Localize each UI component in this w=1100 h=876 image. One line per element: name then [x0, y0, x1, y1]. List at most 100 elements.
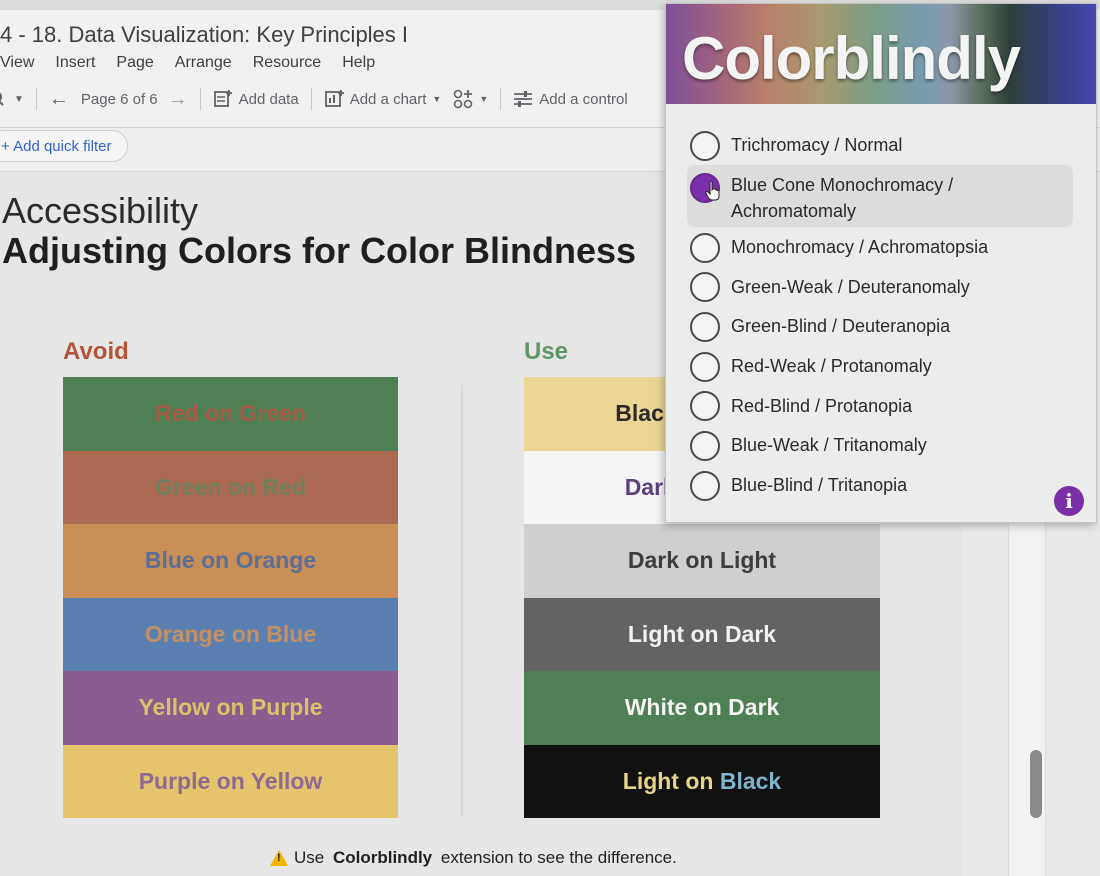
avoid-swatch: Red on Green: [63, 377, 398, 451]
option-protanomaly[interactable]: Red-Weak / Protanomaly: [690, 347, 1076, 387]
slide-title: Adjusting Colors for Color Blindness: [2, 230, 637, 271]
radio-button[interactable]: [690, 470, 720, 501]
use-swatch: White on Dark: [524, 671, 880, 745]
footnote-suffix: extension to see the difference.: [436, 848, 677, 867]
radio-button[interactable]: [690, 311, 720, 342]
menu-arrange[interactable]: Arrange: [175, 54, 232, 72]
toolbar-separator: [35, 88, 37, 110]
swatch-label: Light on Dark: [627, 620, 777, 647]
next-page-button[interactable]: →: [168, 88, 188, 111]
toolbar-separator: [500, 88, 502, 110]
slide-subtitle: Accessibility: [2, 190, 199, 231]
radio-button[interactable]: [690, 272, 720, 303]
radio-button[interactable]: [690, 351, 720, 382]
avoid-swatch: Orange on Blue: [63, 597, 398, 671]
community-viz-button[interactable]: ▼: [453, 89, 488, 109]
use-swatch: Dark on Light: [524, 524, 880, 598]
option-label: Green-Weak / Deuteranomaly: [731, 276, 970, 297]
menu-view[interactable]: View: [0, 54, 34, 72]
avoid-swatch: Yellow on Purple: [63, 671, 398, 745]
option-blue-cone-monochromacy[interactable]: Blue Cone Monochromacy / Achromatomaly: [687, 164, 1076, 228]
add-data-button[interactable]: Add data: [213, 89, 299, 109]
add-data-label: Add data: [238, 90, 299, 108]
use-heading: Use: [524, 338, 569, 365]
footnote-prefix: Use: [294, 848, 329, 867]
option-protanopia[interactable]: Red-Blind / Protanopia: [690, 386, 1076, 426]
footnote-brand: Colorblindly: [332, 848, 433, 867]
add-quick-filter-button[interactable]: + Add quick filter: [0, 130, 129, 162]
toolbar: ▼ ← Page 6 of 6 → Add data Add a chart ▼…: [0, 84, 700, 114]
menu-insert[interactable]: Insert: [55, 54, 95, 72]
add-control-button[interactable]: Add a control: [513, 90, 628, 108]
swatch-label: Purple on Yellow: [138, 767, 323, 794]
radio-button[interactable]: [690, 232, 720, 263]
page-indicator: Page 6 of 6: [80, 90, 158, 108]
document-title[interactable]: 4 - 18. Data Visualization: Key Principl…: [0, 22, 408, 48]
swatch-label: Red on Green: [155, 400, 306, 427]
swatch-label: Orange on Blue: [144, 620, 317, 647]
add-chart-label: Add a chart: [349, 90, 427, 108]
colorblindly-popup: Colorblindly Trichromacy / Normal Blue C…: [665, 3, 1097, 523]
popup-title: Colorblindly: [682, 25, 1021, 92]
column-divider: [461, 385, 463, 817]
radio-button[interactable]: [690, 130, 720, 161]
add-chart-icon: [324, 90, 344, 107]
option-label: Monochromacy / Achromatopsia: [731, 237, 989, 258]
popup-header: Colorblindly: [666, 4, 1096, 104]
option-deuteranomaly[interactable]: Green-Weak / Deuteranomaly: [690, 267, 1076, 307]
menu-resource[interactable]: Resource: [253, 54, 321, 72]
avoid-heading: Avoid: [63, 338, 129, 365]
chevron-down-icon: ▼: [432, 94, 442, 104]
zoom-dropdown[interactable]: ▼: [0, 91, 24, 107]
option-label: Blue-Blind / Tritanopia: [731, 475, 908, 496]
swatch-label-part: Black: [719, 767, 782, 794]
add-control-label: Add a control: [539, 90, 628, 108]
swatch-label: Blue on Orange: [144, 547, 317, 574]
footnote: Use Colorblindly extension to see the di…: [270, 848, 677, 868]
swatch-label: Green on Red: [155, 473, 306, 500]
chevron-down-icon: ▼: [479, 94, 489, 104]
search-icon: [0, 92, 4, 106]
option-deuteranopia[interactable]: Green-Blind / Deuteranopia: [690, 307, 1076, 347]
add-chart-button[interactable]: Add a chart ▼: [324, 89, 442, 109]
radio-button[interactable]: [690, 430, 720, 461]
menu-bar: View Insert Page Arrange Resource Help: [0, 54, 396, 72]
avoid-swatch: Purple on Yellow: [63, 744, 398, 818]
option-tritanopia[interactable]: Blue-Blind / Tritanopia: [690, 466, 1076, 506]
warning-icon: [270, 850, 288, 866]
swatch-label: Yellow on Purple: [138, 694, 323, 721]
toolbar-separator: [310, 88, 312, 110]
hand-cursor-icon: [705, 181, 720, 201]
arrow-left-icon: ←: [48, 87, 69, 110]
info-icon[interactable]: i: [1054, 486, 1084, 516]
option-label: Red-Blind / Protanopia: [731, 395, 913, 416]
simulation-options: Trichromacy / Normal Blue Cone Monochrom…: [687, 126, 1076, 506]
swatch-label: Dark on Light: [627, 547, 777, 574]
use-swatch: Light on Dark: [524, 597, 880, 671]
swatch-label-part: Light on: [622, 767, 720, 794]
chevron-down-icon: ▼: [14, 93, 24, 105]
swatch-label: White on Dark: [624, 694, 780, 721]
option-trichromacy[interactable]: Trichromacy / Normal: [690, 126, 1076, 166]
option-tritanomaly[interactable]: Blue-Weak / Tritanomaly: [690, 426, 1076, 466]
option-label: Trichromacy / Normal: [731, 135, 903, 156]
option-label: Green-Blind / Deuteranopia: [731, 316, 951, 337]
toolbar-separator: [199, 88, 201, 110]
option-label: Blue Cone Monochromacy / Achromatomaly: [731, 174, 954, 221]
filter-control-icon: [514, 91, 533, 107]
option-label: Red-Weak / Protanomaly: [731, 356, 932, 377]
vertical-scrollbar[interactable]: [1030, 750, 1042, 818]
option-monochromacy[interactable]: Monochromacy / Achromatopsia: [690, 228, 1076, 268]
avoid-swatch-list: Red on Green Green on Red Blue on Orange…: [63, 377, 398, 818]
option-label: Blue-Weak / Tritanomaly: [731, 435, 927, 456]
menu-page[interactable]: Page: [116, 54, 153, 72]
menu-help[interactable]: Help: [342, 54, 375, 72]
avoid-swatch: Blue on Orange: [63, 524, 398, 598]
avoid-swatch: Green on Red: [63, 450, 398, 524]
community-viz-icon: [454, 89, 473, 109]
prev-page-button[interactable]: ←: [49, 88, 69, 111]
arrow-right-icon: →: [167, 87, 188, 110]
add-data-icon: [213, 90, 232, 107]
use-swatch: Light on Black: [524, 744, 880, 818]
radio-button[interactable]: [690, 391, 720, 422]
